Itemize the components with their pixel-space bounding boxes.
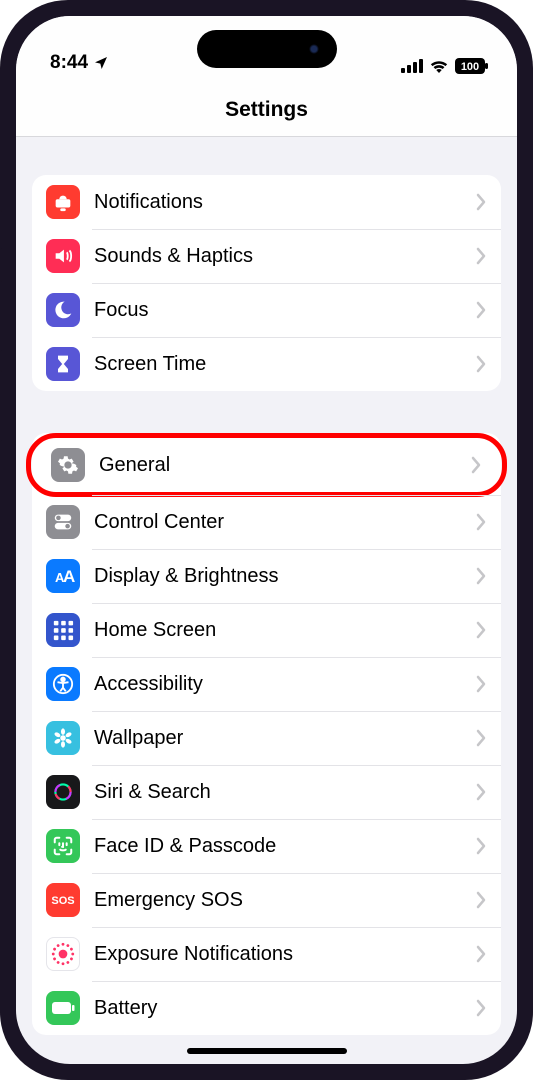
chevron-right-icon bbox=[475, 945, 487, 963]
hourglass-icon bbox=[46, 347, 80, 381]
wifi-icon bbox=[429, 59, 449, 73]
chevron-right-icon bbox=[475, 621, 487, 639]
chevron-right-icon bbox=[475, 193, 487, 211]
chevron-right-icon bbox=[475, 999, 487, 1017]
row-label: Battery bbox=[94, 997, 475, 1020]
home-indicator[interactable] bbox=[187, 1048, 347, 1054]
settings-row-notifications[interactable]: Notifications bbox=[32, 175, 501, 229]
dynamic-island bbox=[197, 30, 337, 68]
faceid-icon bbox=[46, 829, 80, 863]
svg-text:SOS: SOS bbox=[51, 895, 74, 907]
settings-group: General Control Center AA Display & Brig… bbox=[32, 433, 501, 1035]
settings-row-homescreen[interactable]: Home Screen bbox=[32, 603, 501, 657]
row-label: Siri & Search bbox=[94, 781, 475, 804]
moon-icon bbox=[46, 293, 80, 327]
settings-list[interactable]: Notifications Sounds & Haptics Focus Scr… bbox=[16, 137, 517, 1064]
settings-row-battery[interactable]: Battery bbox=[32, 981, 501, 1035]
row-label: Focus bbox=[94, 299, 475, 322]
chevron-right-icon bbox=[475, 675, 487, 693]
row-label: Wallpaper bbox=[94, 727, 475, 750]
settings-row-sounds[interactable]: Sounds & Haptics bbox=[32, 229, 501, 283]
sos-icon: SOS bbox=[46, 883, 80, 917]
row-label: Emergency SOS bbox=[94, 889, 475, 912]
switches-icon bbox=[46, 505, 80, 539]
chevron-right-icon bbox=[475, 513, 487, 531]
chevron-right-icon bbox=[475, 247, 487, 265]
row-label: Exposure Notifications bbox=[94, 943, 475, 966]
siri-icon bbox=[46, 775, 80, 809]
chevron-right-icon bbox=[475, 355, 487, 373]
bell-icon bbox=[46, 185, 80, 219]
location-icon bbox=[93, 55, 109, 71]
settings-row-focus[interactable]: Focus bbox=[32, 283, 501, 337]
phone-frame: 8:44 100 bbox=[0, 0, 533, 1080]
settings-group: Notifications Sounds & Haptics Focus Scr… bbox=[32, 175, 501, 391]
aa-icon: AA bbox=[46, 559, 80, 593]
svg-text:100: 100 bbox=[461, 61, 479, 73]
chevron-right-icon bbox=[470, 456, 482, 474]
svg-text:A: A bbox=[63, 567, 75, 586]
page-title: Settings bbox=[16, 98, 517, 122]
cellular-icon bbox=[401, 59, 423, 73]
header: Settings bbox=[16, 76, 517, 137]
speaker-icon bbox=[46, 239, 80, 273]
settings-row-faceid[interactable]: Face ID & Passcode bbox=[32, 819, 501, 873]
row-label: Home Screen bbox=[94, 619, 475, 642]
chevron-right-icon bbox=[475, 301, 487, 319]
settings-row-wallpaper[interactable]: Wallpaper bbox=[32, 711, 501, 765]
chevron-right-icon bbox=[475, 837, 487, 855]
screen: 8:44 100 bbox=[16, 16, 517, 1064]
settings-row-sos[interactable]: SOS Emergency SOS bbox=[32, 873, 501, 927]
gear-icon bbox=[51, 448, 85, 482]
settings-row-accessibility[interactable]: Accessibility bbox=[32, 657, 501, 711]
settings-row-screentime[interactable]: Screen Time bbox=[32, 337, 501, 391]
row-label: Sounds & Haptics bbox=[94, 245, 475, 268]
accessibility-icon bbox=[46, 667, 80, 701]
row-label: Screen Time bbox=[94, 353, 475, 376]
row-label: Accessibility bbox=[94, 673, 475, 696]
exposure-icon bbox=[46, 937, 80, 971]
settings-row-display[interactable]: AA Display & Brightness bbox=[32, 549, 501, 603]
row-label: General bbox=[99, 454, 470, 477]
battery-icon: 100 bbox=[455, 58, 489, 74]
settings-row-siri[interactable]: Siri & Search bbox=[32, 765, 501, 819]
battery-icon bbox=[46, 991, 80, 1025]
chevron-right-icon bbox=[475, 567, 487, 585]
grid-icon bbox=[46, 613, 80, 647]
settings-row-controlcenter[interactable]: Control Center bbox=[32, 495, 501, 549]
flower-icon bbox=[46, 721, 80, 755]
row-label: Display & Brightness bbox=[94, 565, 475, 588]
row-label: Face ID & Passcode bbox=[94, 835, 475, 858]
chevron-right-icon bbox=[475, 783, 487, 801]
settings-row-general[interactable]: General bbox=[26, 433, 507, 497]
row-label: Control Center bbox=[94, 511, 475, 534]
status-time: 8:44 bbox=[50, 52, 88, 74]
chevron-right-icon bbox=[475, 729, 487, 747]
settings-row-exposure[interactable]: Exposure Notifications bbox=[32, 927, 501, 981]
row-label: Notifications bbox=[94, 191, 475, 214]
chevron-right-icon bbox=[475, 891, 487, 909]
